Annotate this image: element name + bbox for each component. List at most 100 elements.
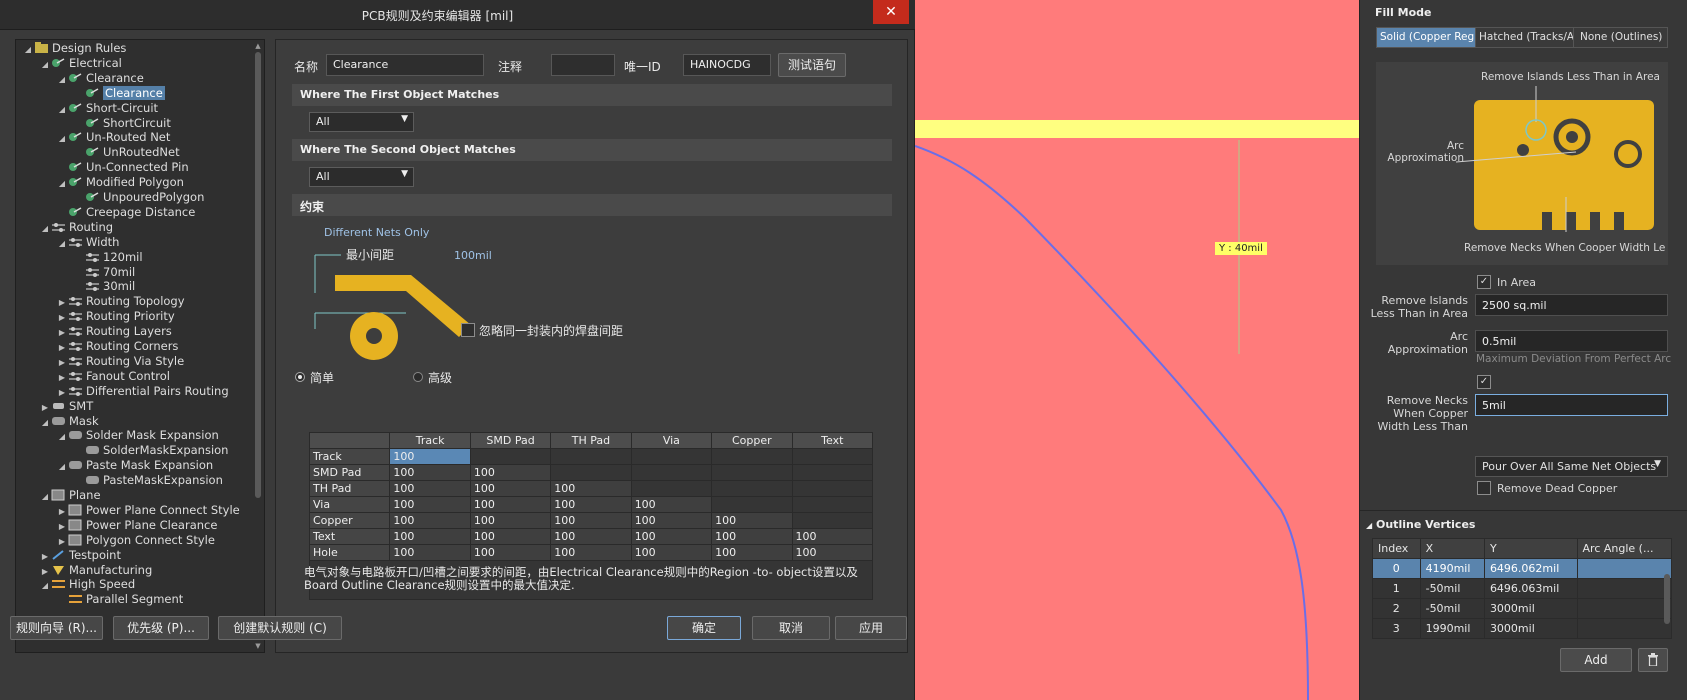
tree-node-modified-polygon[interactable]: ◢ Modified Polygon <box>56 174 184 190</box>
tree-node-root[interactable]: ◢ Design Rules <box>22 40 126 56</box>
tree-node-routing-via-style[interactable]: ▶ Routing Via Style <box>56 353 184 369</box>
clearance-matrix[interactable]: Track SMD Pad TH Pad Via Copper Text Track 100… <box>308 432 874 561</box>
matrix-cell[interactable]: 100 <box>469 528 552 545</box>
matrix-cell[interactable] <box>469 448 552 465</box>
tree-node-creepage[interactable]: Creepage Distance <box>56 204 195 220</box>
tree-node-w30[interactable]: 30mil <box>73 278 135 294</box>
apply-button[interactable]: 应用 <box>835 616 907 640</box>
matrix-cell[interactable]: 100 <box>389 448 471 465</box>
name-input[interactable]: Clearance <box>326 54 484 76</box>
matrix-cell[interactable] <box>630 464 713 481</box>
second-match-select[interactable]: All ▼ <box>309 167 414 187</box>
tree-node-routing-topology[interactable]: ▶ Routing Topology <box>56 293 185 309</box>
tree-node-paste-mask-rule[interactable]: PasteMaskExpansion <box>73 472 223 488</box>
ov-cell[interactable] <box>1576 558 1673 579</box>
tree-node-power-plane-clearance[interactable]: ▶ Power Plane Clearance <box>56 517 218 533</box>
ov-cell[interactable]: -50mil <box>1419 598 1485 619</box>
mode-simple-radio[interactable] <box>295 372 305 382</box>
tree-node-parallel-segment[interactable]: Parallel Segment <box>56 591 183 607</box>
mode-none-button[interactable]: None (Outlines) <box>1573 28 1667 47</box>
ov-column-header[interactable]: Index <box>1372 538 1421 559</box>
matrix-cell[interactable] <box>630 480 713 497</box>
matrix-cell[interactable]: 100 <box>630 544 713 561</box>
tree-node-testpoint[interactable]: ▶ Testpoint <box>39 547 121 563</box>
tree-node-high-speed[interactable]: ◢ High Speed <box>39 576 135 592</box>
ov-cell[interactable]: 4190mil <box>1419 558 1485 579</box>
ov-cell[interactable] <box>1576 578 1673 599</box>
matrix-cell[interactable]: 100 <box>791 528 874 545</box>
matrix-cell[interactable] <box>791 448 874 465</box>
test-query-button[interactable]: 测试语句 <box>778 53 846 77</box>
tree-node-routing-priority[interactable]: ▶ Routing Priority <box>56 308 175 324</box>
tree-node-short-circuit-cat[interactable]: ◢ Short-Circuit <box>56 100 158 116</box>
comment-input[interactable] <box>551 54 615 76</box>
mode-hatched-button[interactable]: Hatched (Tracks/Ar <box>1475 28 1573 47</box>
tree-node-w120[interactable]: 120mil <box>73 249 143 265</box>
matrix-cell[interactable] <box>550 464 632 481</box>
matrix-cell[interactable] <box>791 496 874 513</box>
islands-input[interactable]: 2500 sq.mil <box>1475 294 1668 316</box>
uid-input[interactable]: HAINOCDG <box>683 54 771 76</box>
matrix-cell[interactable]: 100 <box>550 480 632 497</box>
expanded-arrow-icon[interactable]: ◢ <box>56 72 68 88</box>
rule-wizard-button[interactable]: 规则向导 (R)... <box>10 616 103 640</box>
tree-node-mask[interactable]: ◢ Mask <box>39 413 99 429</box>
tree-node-clearance-cat[interactable]: ◢ Clearance <box>56 70 144 86</box>
ov-column-header[interactable]: Arc Angle (... <box>1576 538 1673 559</box>
matrix-cell[interactable]: 100 <box>630 496 713 513</box>
matrix-cell[interactable] <box>711 480 793 497</box>
tree-node-fanout-control[interactable]: ▶ Fanout Control <box>56 368 170 384</box>
ov-cell[interactable]: 2 <box>1372 598 1421 619</box>
tree-node-paste-mask-cat[interactable]: ◢ Paste Mask Expansion <box>56 457 213 473</box>
ov-scrollbar-thumb[interactable] <box>1664 574 1670 624</box>
first-match-select[interactable]: All ▼ <box>309 112 414 132</box>
cancel-button[interactable]: 取消 <box>752 616 830 640</box>
expanded-arrow-icon[interactable]: ◢ <box>39 221 51 237</box>
matrix-cell[interactable]: 100 <box>711 528 793 545</box>
matrix-cell[interactable] <box>711 448 793 465</box>
expanded-arrow-icon[interactable]: ◢ <box>56 131 68 147</box>
priority-button[interactable]: 优先级 (P)... <box>113 616 209 640</box>
ignore-pads-checkbox[interactable] <box>461 323 475 337</box>
matrix-cell[interactable]: 100 <box>630 512 713 529</box>
tree-node-w70[interactable]: 70mil <box>73 264 135 280</box>
tree-node-short-circuit-rule[interactable]: ShortCircuit <box>73 115 171 131</box>
matrix-cell[interactable]: 100 <box>550 496 632 513</box>
ov-row[interactable]: 0 4190mil 6496.062mil <box>1372 558 1673 579</box>
matrix-cell[interactable] <box>711 496 793 513</box>
ov-cell[interactable]: 1990mil <box>1419 618 1485 639</box>
ov-cell[interactable] <box>1576 618 1673 639</box>
tree-node-diff-pairs[interactable]: ▶ Differential Pairs Routing <box>56 383 229 399</box>
matrix-cell[interactable] <box>550 448 632 465</box>
mode-advanced-radio[interactable] <box>413 372 423 382</box>
matrix-cell[interactable]: 100 <box>469 512 552 529</box>
ov-cell[interactable]: 6496.063mil <box>1483 578 1578 599</box>
expanded-arrow-icon[interactable]: ◢ <box>39 578 51 594</box>
expanded-arrow-icon[interactable]: ◢ <box>39 489 51 505</box>
tree-node-unrouted-cat[interactable]: ◢ Un-Routed Net <box>56 129 170 145</box>
tree-node-routing[interactable]: ◢ Routing <box>39 219 113 235</box>
matrix-cell[interactable]: 100 <box>550 528 632 545</box>
expanded-arrow-icon[interactable]: ◢ <box>39 415 51 431</box>
tree-node-routing-layers[interactable]: ▶ Routing Layers <box>56 323 172 339</box>
matrix-cell[interactable]: 100 <box>550 512 632 529</box>
matrix-cell[interactable] <box>630 448 713 465</box>
tree-node-routing-corners[interactable]: ▶ Routing Corners <box>56 338 179 354</box>
arc-input[interactable]: 0.5mil <box>1475 330 1668 352</box>
matrix-cell[interactable] <box>791 464 874 481</box>
matrix-cell[interactable]: 100 <box>469 544 552 561</box>
necks-input[interactable]: 5mil <box>1475 394 1668 416</box>
matrix-cell[interactable]: 100 <box>550 544 632 561</box>
ov-cell[interactable]: 3 <box>1372 618 1421 639</box>
matrix-cell[interactable]: 100 <box>791 544 874 561</box>
matrix-cell[interactable]: 100 <box>389 464 471 481</box>
expanded-arrow-icon[interactable]: ◢ <box>56 236 68 252</box>
delete-vertex-button[interactable] <box>1638 648 1668 672</box>
tree-node-solder-mask-cat[interactable]: ◢ Solder Mask Expansion <box>56 427 219 443</box>
matrix-cell[interactable]: 100 <box>469 480 552 497</box>
outline-vertices-table[interactable]: Index X Y Arc Angle (... 0 4190mil 6496.062mi… <box>1372 538 1673 639</box>
ov-row[interactable]: 3 1990mil 3000mil <box>1372 618 1673 639</box>
tree-node-unpoured-polygon[interactable]: UnpouredPolygon <box>73 189 204 205</box>
tree-node-manufacturing[interactable]: ▶ Manufacturing <box>39 562 152 578</box>
matrix-cell[interactable]: 100 <box>711 544 793 561</box>
